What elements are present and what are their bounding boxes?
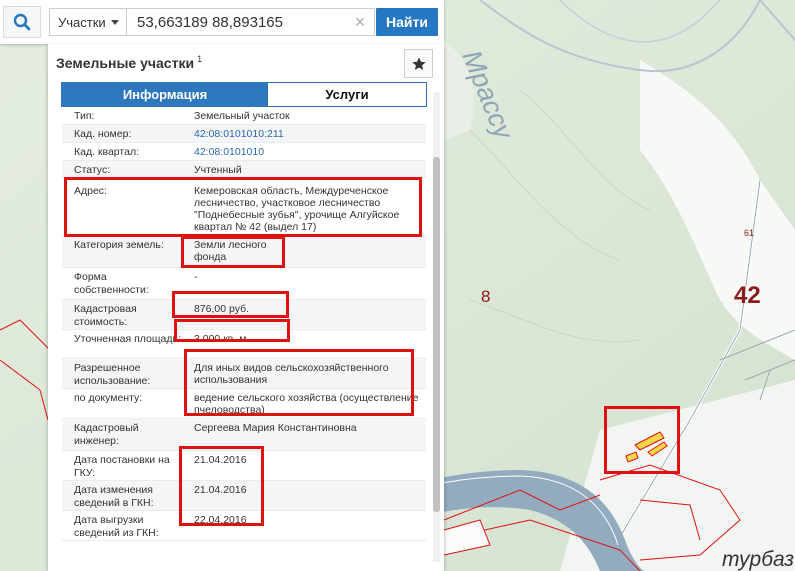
info-value: Земельный участок xyxy=(194,110,290,122)
info-value: - xyxy=(194,271,198,283)
small-map-label-61: 61 xyxy=(744,228,754,238)
quarter-number-label: 42 xyxy=(734,282,761,309)
cad-quarter-link[interactable]: 42:08:0101010 xyxy=(194,146,419,158)
info-row-address: Адрес: Кемеровская область, Междуреченск… xyxy=(62,178,426,236)
panel-tabs: Информация Услуги xyxy=(61,82,427,107)
search-bar: Участки × Найти xyxy=(0,0,444,44)
info-label: Кадастровый инженер: xyxy=(74,422,139,447)
info-row-cad-quarter: Кад. квартал: 42:08:0101010 xyxy=(62,143,426,161)
info-label: Кад. номер: xyxy=(74,128,132,140)
find-button[interactable]: Найти xyxy=(376,8,438,36)
info-label: Статус: xyxy=(74,164,111,176)
info-row-land-category: Категория земель: Земли лесного фонда xyxy=(62,236,426,268)
info-label: Дата изменения сведений в ГКН: xyxy=(74,484,154,509)
info-value: Кемеровская область, Междуреченское лесн… xyxy=(194,185,400,233)
chevron-down-icon xyxy=(111,20,119,25)
info-label: Категория земель: xyxy=(74,239,164,251)
info-row-cad-cost: Кадастровая стоимость: 876,00 руб. xyxy=(62,300,426,330)
info-value: Земли лесного фонда xyxy=(194,239,267,263)
info-row-registration-date: Дата постановки на ГКУ: 21.04.2016 xyxy=(62,451,426,481)
info-row-engineer: Кадастровый инженер: Сергеева Мария Конс… xyxy=(62,419,426,451)
info-label: Форма собственности: xyxy=(74,271,149,296)
info-row-cad-number: Кад. номер: 42:08:0101010:211 xyxy=(62,125,426,143)
info-value: Для иных видов сельскохозяйственного исп… xyxy=(194,362,389,386)
info-row-by-document: по документу: ведение сельского хозяйств… xyxy=(62,389,426,419)
tab-services[interactable]: Услуги xyxy=(268,83,426,106)
bottom-place-label: турбаз xyxy=(722,548,794,571)
clear-icon[interactable]: × xyxy=(350,9,370,35)
panel-title-text: Земельные участки xyxy=(56,55,195,71)
info-label: Тип: xyxy=(74,110,95,122)
tab-information[interactable]: Информация xyxy=(62,83,268,106)
search-type-label: Участки xyxy=(58,14,106,30)
search-input[interactable] xyxy=(127,8,375,36)
info-label: по документу: xyxy=(74,392,143,404)
info-value: 21.04.2016 xyxy=(194,484,247,496)
info-label: Дата выгрузки сведений из ГКН: xyxy=(74,514,159,539)
panel-scrollbar-thumb[interactable] xyxy=(433,157,440,512)
panel-title-note: 1 xyxy=(197,54,203,64)
search-icon xyxy=(13,13,31,31)
info-label: Уточненная площадь: xyxy=(74,333,181,345)
info-row-area: Уточненная площадь: 3 000 кв. м xyxy=(62,330,426,359)
info-label: Дата постановки на ГКУ: xyxy=(74,454,170,479)
info-value: 21.04.2016 xyxy=(194,454,247,466)
favorite-button[interactable] xyxy=(404,49,433,78)
cad-number-link[interactable]: 42:08:0101010:211 xyxy=(194,128,419,140)
info-value: Сергеева Мария Константиновна xyxy=(194,422,357,434)
info-label: Адрес: xyxy=(74,185,107,197)
info-label: Кад. квартал: xyxy=(74,146,139,158)
search-type-dropdown[interactable]: Участки xyxy=(49,8,127,36)
info-label: Кадастровая стоимость: xyxy=(74,303,137,328)
info-value: 22.04.2016 xyxy=(194,514,247,526)
search-button[interactable] xyxy=(3,6,41,38)
info-row-export-date: Дата выгрузки сведений из ГКН: 22.04.201… xyxy=(62,511,426,541)
info-value: 876,00 руб. xyxy=(194,303,250,315)
info-row-ownership: Форма собственности: - xyxy=(62,268,426,300)
info-label: Разрешенное использование: xyxy=(74,362,151,387)
info-panel: Земельные участки 1 Информация Услуги Тип… xyxy=(48,44,444,571)
info-row-change-date: Дата изменения сведений в ГКН: 21.04.201… xyxy=(62,481,426,511)
info-table: Тип: Земельный участок Кад. номер: 42:08… xyxy=(62,107,426,541)
panel-title: Земельные участки 1 xyxy=(56,54,202,71)
info-value: ведение сельского хозяйства (осуществлен… xyxy=(194,392,419,416)
info-value: 3 000 кв. м xyxy=(194,333,247,345)
info-row-status: Статус: Учтенный xyxy=(62,161,426,178)
parcel-number-label: 8 xyxy=(481,287,490,306)
info-value: Учтенный xyxy=(194,164,242,176)
star-icon xyxy=(411,56,426,70)
info-row-permitted-use: Разрешенное использование: Для иных видо… xyxy=(62,359,426,389)
info-row-type: Тип: Земельный участок xyxy=(62,107,426,125)
